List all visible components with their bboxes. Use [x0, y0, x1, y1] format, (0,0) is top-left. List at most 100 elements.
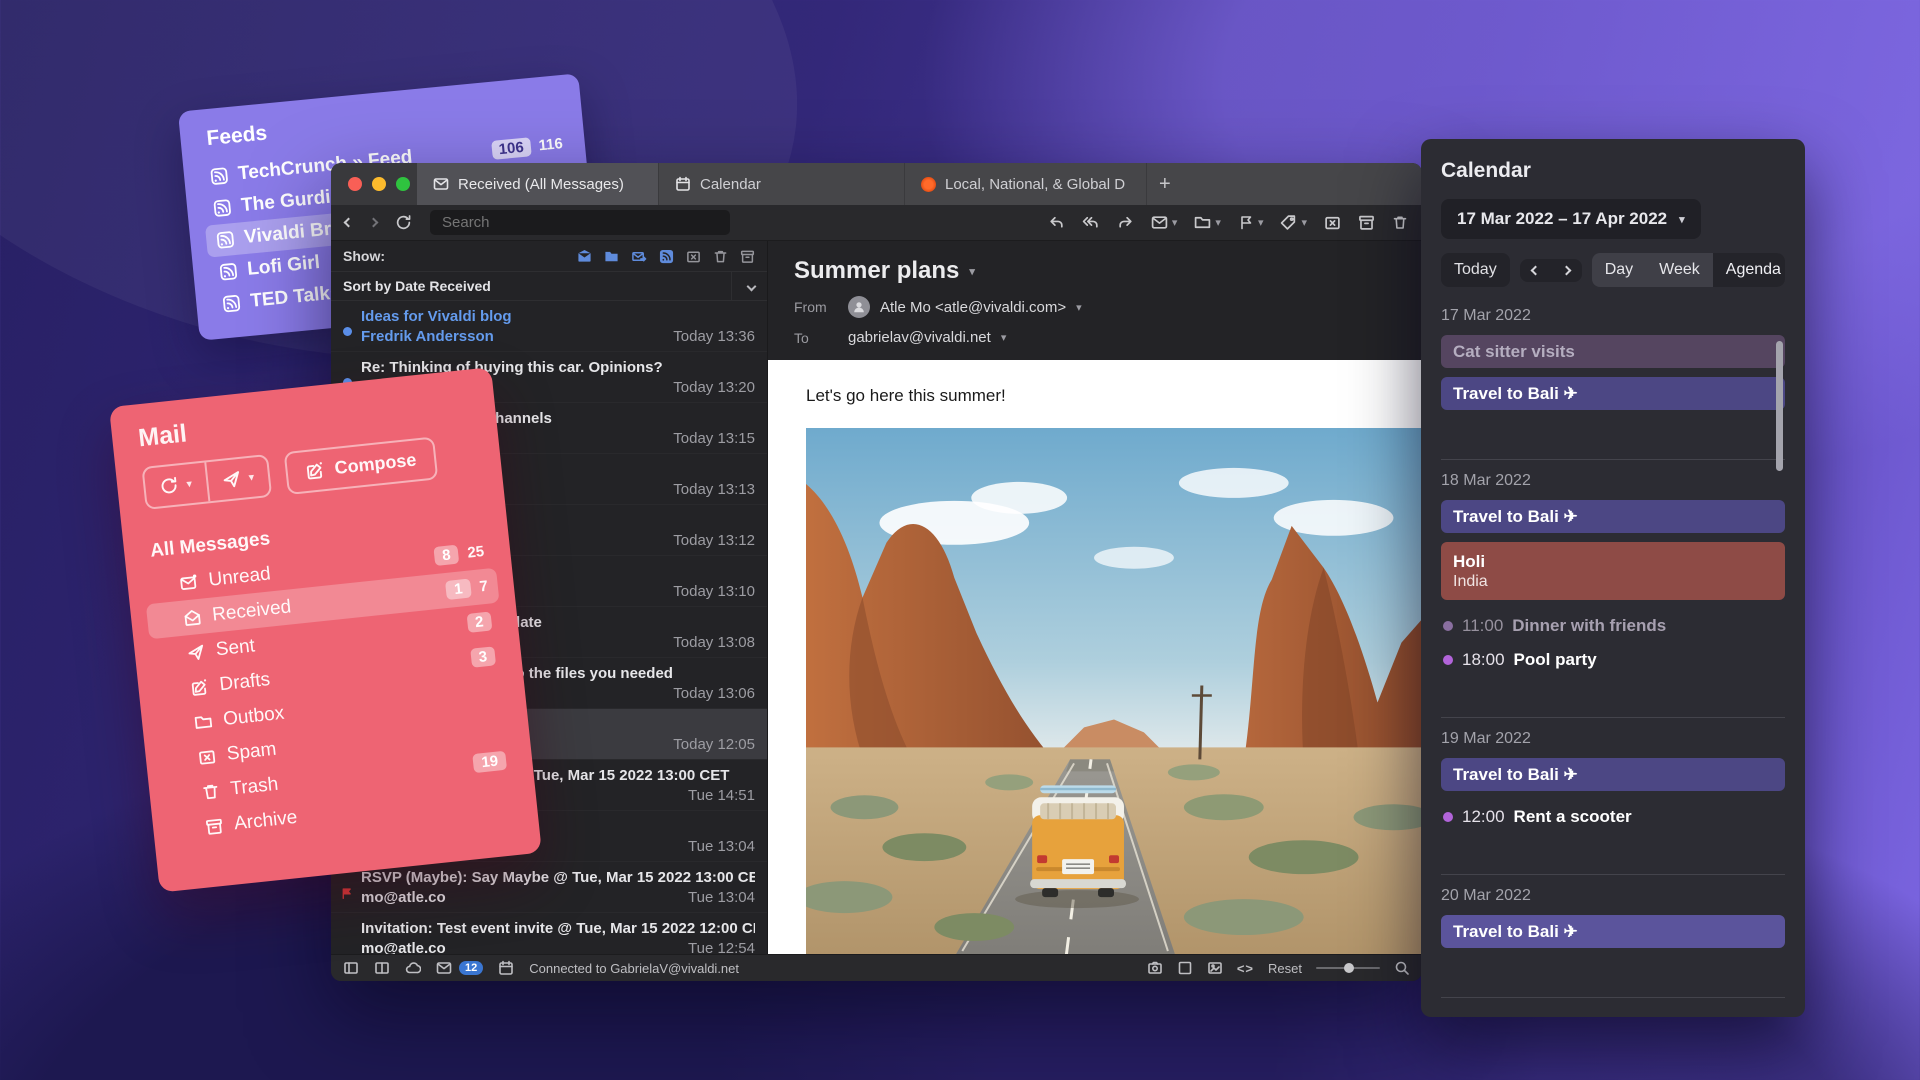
- show-filter-row: Show:: [331, 241, 767, 272]
- traffic-lights: [331, 163, 417, 205]
- rss-icon: [222, 295, 241, 313]
- tab-received[interactable]: Received (All Messages): [417, 163, 659, 205]
- zoom-reset-button[interactable]: Reset: [1268, 961, 1302, 976]
- reply-icon[interactable]: [1048, 214, 1065, 231]
- refresh-icon: [161, 476, 177, 494]
- to-value[interactable]: gabrielav@vivaldi.net: [848, 329, 991, 346]
- scrollbar[interactable]: [1776, 341, 1783, 471]
- rss-icon: [216, 231, 234, 249]
- agenda-list: 17 Mar 2022 Cat sitter visits Travel to …: [1441, 301, 1785, 1001]
- flag-button[interactable]: ▾: [1238, 214, 1263, 231]
- move-to-folder-button[interactable]: ▾: [1194, 214, 1221, 231]
- to-chevron-icon[interactable]: ▾: [1001, 331, 1007, 344]
- tab-label: Local, National, & Global D: [945, 175, 1126, 193]
- forward-button[interactable]: [368, 217, 379, 228]
- agenda-date: 18 Mar 2022: [1441, 472, 1531, 489]
- from-value[interactable]: Atle Mo <atle@vivaldi.com>: [880, 299, 1066, 316]
- mail-refresh-button[interactable]: ▾: [144, 463, 208, 508]
- tab-feed-page[interactable]: Local, National, & Global D: [905, 163, 1147, 205]
- zoom-slider-knob[interactable]: [1344, 963, 1354, 973]
- mail-send-button[interactable]: ▾: [203, 456, 271, 502]
- label-button[interactable]: ▾: [1280, 214, 1307, 231]
- connection-status: Connected to GabrielaV@vivaldi.net: [529, 960, 740, 976]
- page-actions-icon[interactable]: [1177, 960, 1193, 976]
- filter-mail-icon[interactable]: [577, 249, 592, 264]
- filter-archive-icon[interactable]: [740, 249, 755, 264]
- zoom-button[interactable]: [396, 177, 410, 191]
- delete-icon[interactable]: [1392, 214, 1408, 231]
- view-week[interactable]: Week: [1646, 253, 1713, 287]
- rss-icon: [213, 199, 231, 217]
- sort-row[interactable]: Sort by Date Received: [331, 272, 767, 301]
- compose-button[interactable]: Compose: [283, 436, 439, 496]
- message-time: Today 13:13: [673, 481, 755, 498]
- images-toggle-icon[interactable]: [1207, 960, 1223, 976]
- capture-icon[interactable]: [1147, 960, 1163, 976]
- view-agenda[interactable]: Agenda: [1712, 253, 1785, 287]
- zoom-slider[interactable]: [1316, 963, 1380, 973]
- tab-calendar[interactable]: Calendar: [659, 163, 905, 205]
- new-tab-button[interactable]: +: [1147, 163, 1183, 205]
- filter-trash-icon[interactable]: [713, 249, 728, 264]
- reload-icon[interactable]: [395, 214, 412, 231]
- filter-junk-icon[interactable]: [686, 249, 701, 264]
- unread-dot-icon: [343, 327, 352, 336]
- event-bar[interactable]: Cat sitter visits: [1441, 335, 1785, 368]
- view-day[interactable]: Day: [1592, 253, 1646, 287]
- message-row[interactable]: RSVP (Maybe): Say Maybe @ Tue, Mar 15 20…: [331, 862, 767, 913]
- message-body-text: Let's go here this summer!: [806, 386, 1006, 405]
- subject-menu-chevron-icon[interactable]: ▾: [969, 265, 975, 278]
- folder-icon: [1195, 216, 1211, 229]
- reply-all-icon[interactable]: [1082, 214, 1100, 231]
- open-envelope-icon: [184, 609, 201, 626]
- tiling-icon[interactable]: [374, 960, 390, 976]
- mark-junk-icon[interactable]: [1324, 214, 1341, 231]
- page-source-icon[interactable]: <>: [1237, 961, 1254, 976]
- minimize-button[interactable]: [372, 177, 386, 191]
- next-button[interactable]: [1551, 259, 1582, 282]
- sync-cloud-icon[interactable]: [405, 960, 421, 976]
- event-timed[interactable]: 12:00 Rent a scooter: [1441, 800, 1785, 834]
- calendar-icon: [676, 176, 690, 191]
- zoom-magnifier-icon[interactable]: [1394, 960, 1410, 976]
- event-dot-icon: [1443, 655, 1453, 665]
- close-button[interactable]: [348, 177, 362, 191]
- event-bar[interactable]: Travel to Bali ✈: [1441, 758, 1785, 791]
- filter-feed-icon[interactable]: [659, 249, 674, 264]
- sort-direction-button[interactable]: [731, 272, 757, 300]
- compose-mail-button[interactable]: ▾: [1151, 214, 1177, 231]
- forward-mail-icon[interactable]: [1117, 214, 1134, 231]
- calendar-status-icon[interactable]: [498, 960, 514, 976]
- view-switcher: Day Week Agenda: [1591, 253, 1785, 287]
- message-row[interactable]: Ideas for Vivaldi blog Fredrik Andersson…: [331, 301, 767, 352]
- filter-folder-icon[interactable]: [604, 249, 619, 264]
- panel-toggle-icon[interactable]: [343, 960, 359, 976]
- message-row[interactable]: Invitation: Test event invite @ Tue, Mar…: [331, 913, 767, 954]
- folder-label: Drafts: [218, 668, 272, 695]
- message-body: Let's go here this summer!: [768, 360, 1422, 954]
- drafts-pencil-icon: [191, 678, 207, 696]
- back-button[interactable]: [343, 217, 354, 228]
- event-bar[interactable]: Travel to Bali ✈: [1441, 377, 1785, 410]
- today-button[interactable]: Today: [1441, 253, 1510, 287]
- envelope-icon: [433, 178, 449, 190]
- event-bar[interactable]: Holi India: [1441, 542, 1785, 600]
- message-time: Today 13:12: [673, 532, 755, 549]
- message-subject: Invitation: Test event invite @ Tue, Mar…: [361, 920, 755, 937]
- date-range-selector[interactable]: 17 Mar 2022 – 17 Apr 2022 ▾: [1441, 199, 1701, 239]
- event-timed[interactable]: 18:00 Pool party: [1441, 643, 1785, 677]
- folder-unread-badge: 8: [433, 544, 460, 567]
- filter-mailing-list-icon[interactable]: [631, 249, 647, 264]
- mail-status-icon[interactable]: [436, 960, 452, 976]
- event-timed[interactable]: 11:00 Dinner with friends: [1441, 609, 1785, 643]
- folder-total-badge: 7: [478, 577, 489, 596]
- archive-icon[interactable]: [1358, 214, 1375, 231]
- from-label: From: [794, 299, 827, 315]
- agenda-date: 19 Mar 2022: [1441, 730, 1531, 747]
- event-bar[interactable]: Travel to Bali ✈: [1441, 500, 1785, 533]
- unread-envelope-icon: [180, 573, 197, 590]
- from-chevron-icon[interactable]: ▾: [1076, 301, 1082, 314]
- prev-button[interactable]: [1520, 259, 1551, 282]
- event-bar[interactable]: Travel to Bali ✈: [1441, 915, 1785, 948]
- search-input[interactable]: [430, 210, 730, 235]
